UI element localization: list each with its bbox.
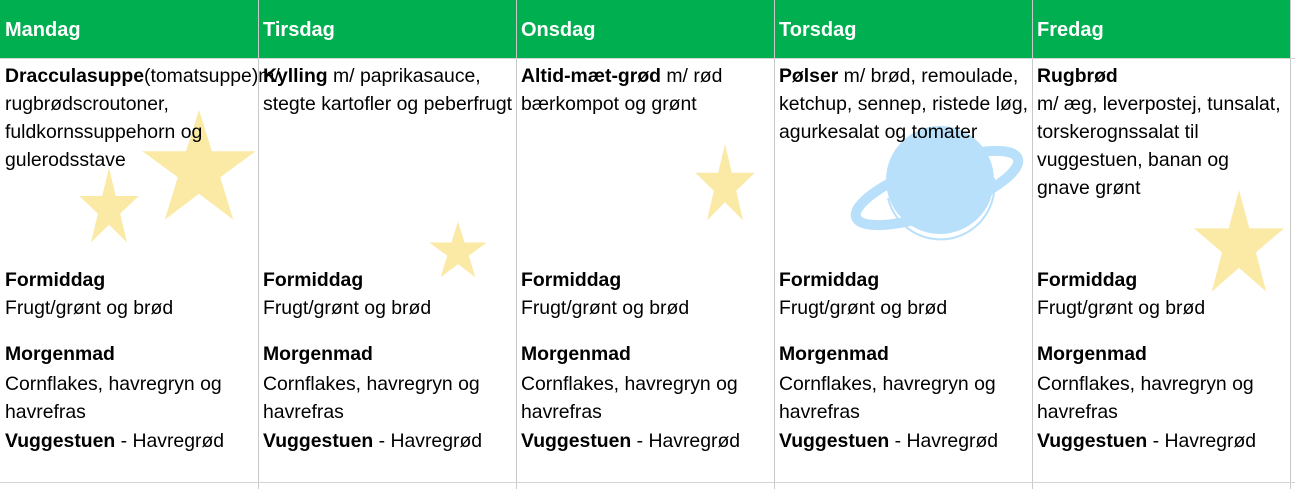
nursery-text: - Havregrød <box>373 430 483 452</box>
nursery-label: Vuggestuen <box>263 430 374 452</box>
nursery-text: - Havregrød <box>631 430 741 452</box>
day-header-friday: Fredag <box>1037 19 1104 41</box>
snack-text: Frugt/grønt og brød <box>263 297 432 319</box>
day-header-wednesday: Onsdag <box>521 19 596 41</box>
header-row: Mandag Tirsdag Onsdag Torsdag Fredag <box>0 0 1290 58</box>
snack-label: Formiddag <box>779 269 880 291</box>
breakfast-text: Cornflakes, havregryn og havrefras <box>521 373 738 423</box>
snack-text: Frugt/grønt og brød <box>1037 297 1206 319</box>
snack-label: Formiddag <box>1037 269 1138 291</box>
breakfast-label: Morgenmad <box>5 343 115 365</box>
breakfast-label: Morgenmad <box>1037 343 1147 365</box>
nursery-text: - Havregrød <box>1147 430 1257 452</box>
breakfast-label: Morgenmad <box>521 343 631 365</box>
nursery-text: - Havregrød <box>889 430 999 452</box>
breakfast-text: Cornflakes, havregryn og havrefras <box>779 373 996 423</box>
day-column-monday: Dracculasuppe(tomatsuppe)m/ rugbrødscrou… <box>0 58 280 489</box>
dish-description: m/ æg, leverpostej, tunsalat, torskerogn… <box>1037 93 1281 199</box>
lunch-dish: Pølser m/ brød, remoulade, ketchup, senn… <box>779 62 1029 146</box>
nursery-text: - Havregrød <box>115 430 225 452</box>
nursery-line: Vuggestuen - Havregrød <box>1037 427 1289 455</box>
nursery-line: Vuggestuen - Havregrød <box>779 427 1031 455</box>
snack-label: Formiddag <box>263 269 364 291</box>
breakfast-text: Cornflakes, havregryn og havrefras <box>263 373 480 423</box>
breakfast-label: Morgenmad <box>263 343 373 365</box>
nursery-line: Vuggestuen - Havregrød <box>5 427 257 455</box>
dish-name: Dracculasuppe <box>5 65 145 87</box>
snack-label: Formiddag <box>521 269 622 291</box>
day-column-tuesday: Kylling m/ paprikasauce, stegte kartofle… <box>258 58 512 489</box>
lunch-dish: Rugbrød m/ æg, leverpostej, tunsalat, tor… <box>1037 62 1287 202</box>
menu-table: Mandag Tirsdag Onsdag Torsdag Fredag Dra… <box>0 0 1295 489</box>
snack-text: Frugt/grønt og brød <box>5 297 174 319</box>
snack-text: Frugt/grønt og brød <box>779 297 948 319</box>
dish-name: Kylling <box>263 65 328 87</box>
dish-name: Pølser <box>779 65 839 87</box>
snack-text: Frugt/grønt og brød <box>521 297 690 319</box>
lunch-dish: Altid-mæt-grød m/ rød bærkompot og grønt <box>521 62 771 118</box>
breakfast-text: Cornflakes, havregryn og havrefras <box>1037 373 1254 423</box>
nursery-label: Vuggestuen <box>1037 430 1148 452</box>
day-header-monday: Mandag <box>5 19 81 41</box>
nursery-label: Vuggestuen <box>5 430 116 452</box>
day-header-tuesday: Tirsdag <box>263 19 335 41</box>
nursery-line: Vuggestuen - Havregrød <box>521 427 773 455</box>
breakfast-label: Morgenmad <box>779 343 889 365</box>
snack-label: Formiddag <box>5 269 106 291</box>
dish-name: Altid-mæt-grød <box>521 65 662 87</box>
column-divider <box>1290 0 1291 489</box>
nursery-line: Vuggestuen - Havregrød <box>263 427 515 455</box>
lunch-dish: Dracculasuppe(tomatsuppe)m/ rugbrødscrou… <box>5 62 280 174</box>
dish-name: Rugbrød <box>1037 65 1118 87</box>
nursery-label: Vuggestuen <box>779 430 890 452</box>
lunch-dish: Kylling m/ paprikasauce, stegte kartofle… <box>263 62 513 118</box>
nursery-label: Vuggestuen <box>521 430 632 452</box>
day-header-thursday: Torsdag <box>779 19 857 41</box>
breakfast-text: Cornflakes, havregryn og havrefras <box>5 373 222 423</box>
day-column-thursday: Pølser m/ brød, remoulade, ketchup, senn… <box>774 58 1028 489</box>
day-column-friday: Rugbrød m/ æg, leverpostej, tunsalat, tor… <box>1032 58 1286 489</box>
day-column-wednesday: Altid-mæt-grød m/ rød bærkompot og grønt… <box>516 58 770 489</box>
